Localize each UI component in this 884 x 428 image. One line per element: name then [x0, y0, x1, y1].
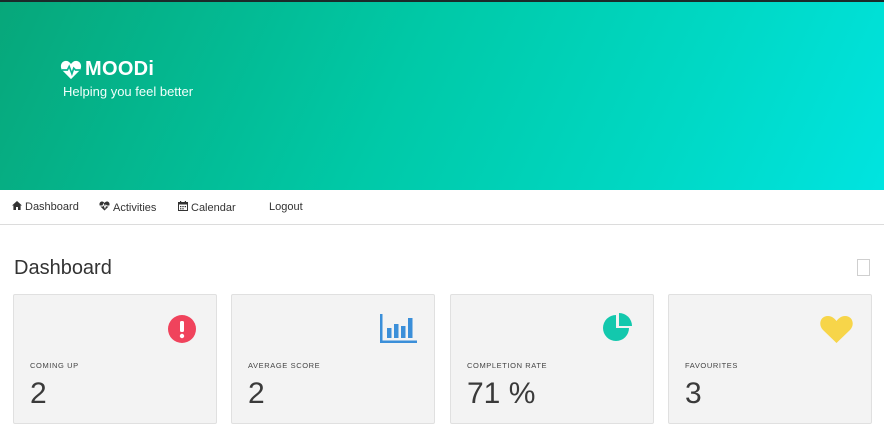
card-value: 2 [248, 377, 265, 410]
bar-chart-icon [380, 314, 417, 348]
hero-banner: MOODi Helping you feel better [0, 0, 884, 190]
nav-item-label: Logout [269, 201, 303, 213]
heartbeat-logo-icon [60, 60, 82, 80]
card-value: 2 [30, 377, 47, 410]
card-value: 71 % [467, 377, 536, 410]
toggle-box[interactable] [857, 259, 870, 276]
brand-title: MOODi [85, 58, 155, 80]
nav-item-activities[interactable]: Activities [99, 201, 156, 214]
nav-item-calendar[interactable]: Calendar [178, 201, 236, 214]
nav-item-dashboard[interactable]: Dashboard [12, 201, 79, 213]
exclamation-circle-icon [168, 315, 196, 348]
main-nav: Dashboard Activities Calendar Logout [0, 190, 884, 225]
card-label: FAVOURITES [685, 361, 738, 370]
heart-icon [820, 315, 853, 348]
card-label: AVERAGE SCORE [248, 361, 321, 370]
card-label: COMPLETION RATE [467, 361, 548, 370]
calendar-icon [178, 201, 191, 214]
stat-card-favourites: FAVOURITES 3 [668, 294, 872, 424]
nav-item-logout[interactable]: Logout [269, 201, 303, 213]
nav-item-label: Activities [113, 201, 157, 214]
page-title: Dashboard [14, 257, 112, 279]
card-value: 3 [685, 377, 702, 410]
brand-tagline: Helping you feel better [63, 84, 194, 99]
card-label: COMING UP [30, 361, 79, 370]
brand: MOODi Helping you feel better [60, 58, 193, 99]
stat-card-coming-up: COMING UP 2 [13, 294, 217, 424]
nav-item-label: Calendar [191, 201, 236, 214]
heartbeat-icon [99, 201, 113, 214]
nav-item-label: Dashboard [25, 201, 79, 213]
stat-card-average-score: AVERAGE SCORE 2 [231, 294, 435, 424]
pie-chart-icon [602, 313, 634, 348]
stat-card-completion-rate: COMPLETION RATE 71 % [450, 294, 654, 424]
home-icon [12, 201, 25, 213]
